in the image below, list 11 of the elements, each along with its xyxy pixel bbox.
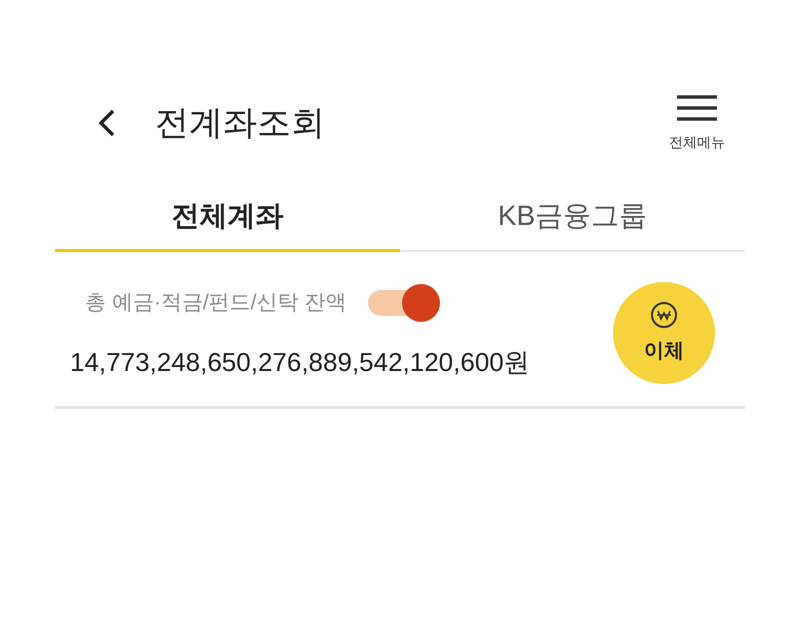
menu-icon bbox=[677, 94, 717, 122]
balance-amount: 14,773,248,650,276,889,542,120,600원 bbox=[70, 346, 530, 378]
transfer-button[interactable]: 이체 bbox=[613, 282, 715, 384]
menu-button[interactable]: 전체메뉴 bbox=[669, 94, 725, 152]
won-coin-icon bbox=[649, 300, 679, 330]
back-icon bbox=[97, 108, 117, 138]
toggle-switch[interactable] bbox=[368, 284, 440, 320]
tab[interactable]: 전체계좌 bbox=[55, 182, 400, 252]
balance-label: 총 예금·적금/펀드/신탁 잔액 bbox=[85, 290, 346, 316]
tab[interactable]: KB금융그룹 bbox=[400, 182, 745, 252]
page-title: 전계좌조회 bbox=[155, 102, 325, 144]
